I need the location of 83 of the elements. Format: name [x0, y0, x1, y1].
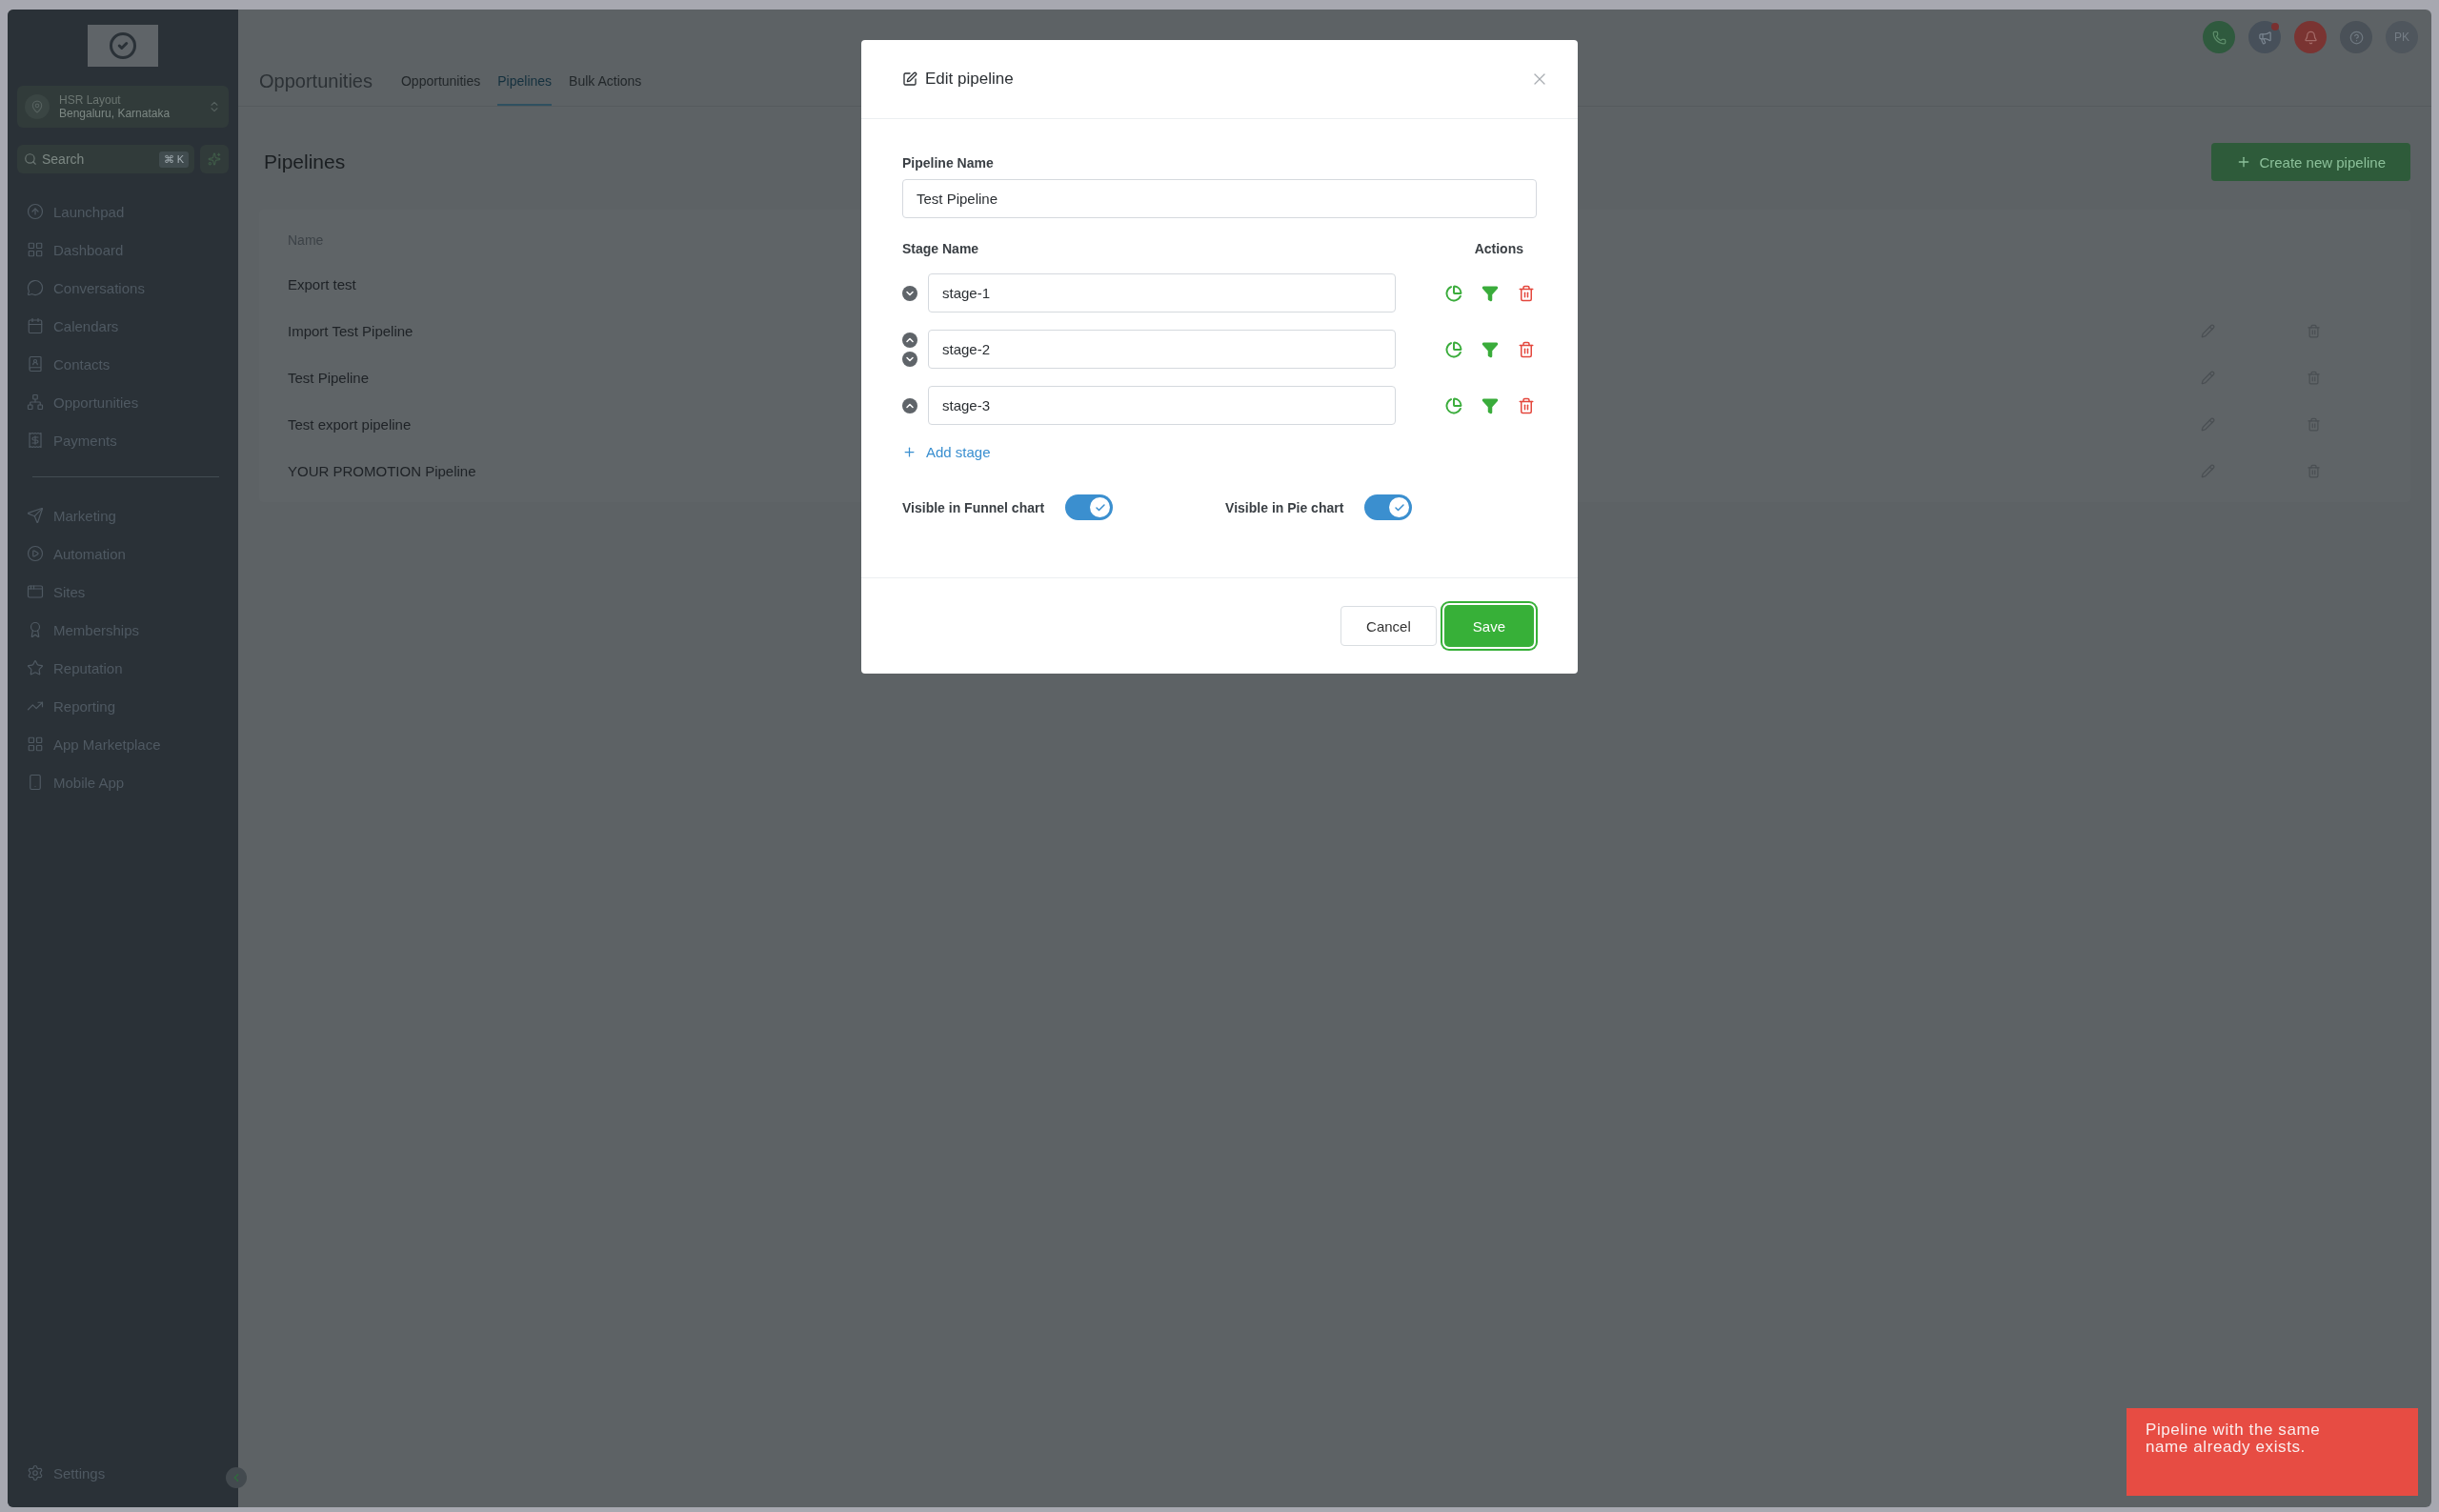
table-cell: Export test	[288, 276, 356, 292]
check-icon	[1094, 501, 1106, 514]
toggle-switch[interactable]	[1065, 494, 1114, 520]
dialog-title: Edit pipeline	[925, 70, 1015, 89]
calendar-icon	[27, 317, 44, 334]
megaphone-icon	[2257, 30, 2272, 45]
funnel-icon	[1482, 396, 1499, 414]
shortcut-hint: ⌘ K	[158, 151, 189, 168]
table-cell: Test export pipeline	[288, 416, 412, 433]
phone-icon	[2211, 30, 2227, 45]
pie-chart-button[interactable]	[1445, 284, 1462, 302]
delete-button[interactable]	[1518, 340, 1535, 358]
table-cell: Import Test Pipeline	[288, 323, 413, 339]
field-label: Pipeline Name	[902, 155, 995, 171]
table-cell: Test Pipeline	[288, 370, 370, 386]
bell-icon	[2303, 30, 2318, 45]
pie-chart-icon	[1445, 340, 1462, 358]
address-book-icon	[27, 355, 44, 373]
smartphone-icon	[27, 774, 44, 791]
location-name: HSR Layout	[59, 93, 122, 107]
pie-chart-icon	[1445, 396, 1462, 414]
delete-button[interactable]	[1518, 396, 1535, 414]
pipeline-name-field[interactable]: Test Pipeline	[902, 179, 1537, 218]
paper-plane-icon	[27, 507, 44, 524]
delete-button[interactable]	[1518, 284, 1535, 302]
megaphone-button[interactable]	[2248, 21, 2281, 53]
trash-icon	[1518, 284, 1535, 302]
stage-name-field[interactable]: stage-1	[928, 273, 1396, 312]
search-icon	[24, 152, 37, 166]
toggle-label: Visible in Funnel chart	[902, 499, 1045, 515]
check-icon	[1393, 501, 1405, 514]
toggle-switch[interactable]	[1364, 494, 1413, 520]
table-cell: YOUR PROMOTION Pipeline	[288, 463, 476, 479]
pie-chart-button[interactable]	[1445, 340, 1462, 358]
column-label: Actions	[1474, 241, 1523, 256]
edit-icon	[902, 71, 917, 87]
tab[interactable]: Bulk Actions	[569, 73, 642, 106]
create-pipeline-button[interactable]: Create new pipeline	[2211, 143, 2410, 181]
phone-button[interactable]	[2203, 21, 2235, 53]
notification-dot	[2271, 23, 2279, 30]
collapse-button[interactable]	[226, 1467, 247, 1488]
funnel-button[interactable]	[1482, 284, 1499, 302]
settings-icon	[27, 1464, 44, 1482]
network-icon	[27, 393, 44, 411]
plus-icon	[902, 445, 917, 459]
tab[interactable]: Pipelines	[497, 73, 553, 106]
column-label: Stage Name	[902, 241, 979, 256]
browser-window-icon	[27, 583, 44, 600]
stage-name-field[interactable]: stage-3	[928, 386, 1396, 425]
stage-name-field[interactable]: stage-2	[928, 330, 1396, 369]
bell-button[interactable]	[2294, 21, 2327, 53]
toggle-label: Visible in Pie chart	[1225, 499, 1344, 515]
help-button[interactable]	[2340, 21, 2372, 53]
funnel-icon	[1482, 284, 1499, 302]
move-down-button[interactable]	[902, 351, 917, 367]
location-subtitle: Bengaluru, Karnataka	[59, 107, 171, 120]
map-pin-icon	[25, 94, 50, 119]
sparkle-button[interactable]	[200, 145, 229, 173]
grid-icon	[27, 241, 44, 258]
receipt-icon	[27, 432, 44, 449]
cancel-button[interactable]: Cancel	[1340, 606, 1437, 646]
location-switcher[interactable]: HSR Layout Bengaluru, Karnataka	[17, 86, 229, 128]
move-up-button[interactable]	[902, 332, 917, 348]
play-circle-icon	[27, 545, 44, 562]
funnel-button[interactable]	[1482, 340, 1499, 358]
trash-icon	[1518, 340, 1535, 358]
help-icon	[2348, 30, 2364, 45]
page-title: Pipelines	[264, 151, 346, 173]
grid-icon	[27, 736, 44, 753]
move-down-button[interactable]	[902, 285, 917, 301]
funnel-icon	[1482, 340, 1499, 358]
move-up-button[interactable]	[902, 397, 917, 413]
pie-chart-icon	[1445, 284, 1462, 302]
tab[interactable]: Opportunities	[400, 73, 481, 106]
error-toast: Pipeline with the same name already exists.	[2127, 1408, 2418, 1496]
star-icon	[27, 659, 44, 676]
chat-bubble-icon	[27, 279, 44, 296]
add-stage-link[interactable]: Add stage	[902, 444, 991, 460]
pie-chart-button[interactable]	[1445, 396, 1462, 414]
arrow-up-circle-icon	[27, 203, 44, 220]
sparkle-icon	[208, 152, 221, 166]
trash-icon	[1518, 396, 1535, 414]
funnel-button[interactable]	[1482, 396, 1499, 414]
